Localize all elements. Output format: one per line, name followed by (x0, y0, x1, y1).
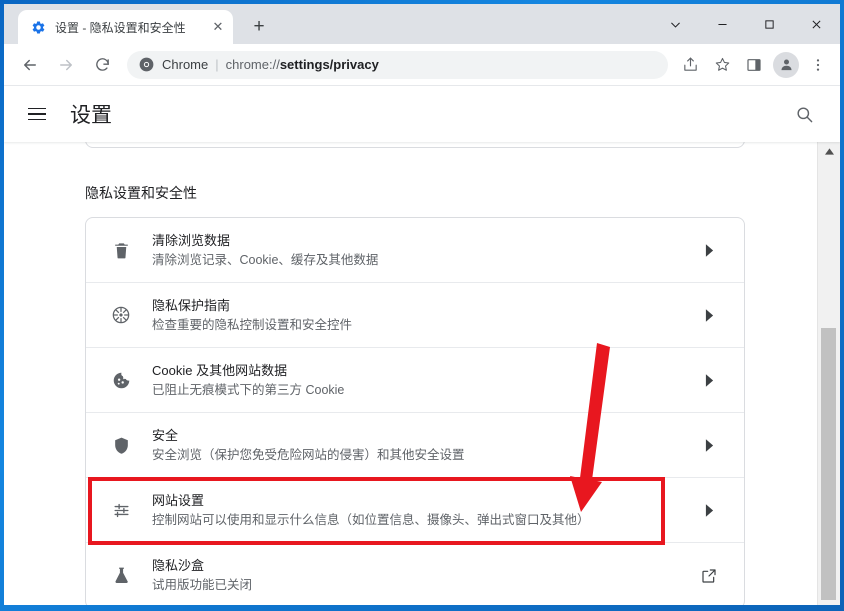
cookie-icon (106, 371, 136, 390)
settings-row-text: 安全 安全浏览（保护您免受危险网站的侵害）和其他安全设置 (152, 426, 696, 465)
page-title: 设置 (70, 104, 112, 127)
back-button[interactable] (15, 50, 45, 80)
trash-icon (106, 241, 136, 260)
browser-tab[interactable]: 设置 - 隐私设置和安全性 ✕ (18, 10, 233, 44)
profile-avatar[interactable] (773, 51, 799, 78)
row-title: Cookie 及其他网站数据 (152, 362, 288, 378)
row-title: 网站设置 (152, 492, 205, 508)
settings-row-site-settings[interactable]: 网站设置 控制网站可以使用和显示什么信息（如位置信息、摄像头、弹出式窗口及其他） (86, 478, 744, 543)
forward-button[interactable] (51, 50, 81, 80)
url-path: settings/privacy (279, 57, 379, 72)
tune-sliders-icon (106, 501, 136, 520)
row-title: 隐私沙盒 (152, 558, 205, 573)
settings-row-security[interactable]: 安全 安全浏览（保护您免受危险网站的侵害）和其他安全设置 (86, 413, 744, 478)
chrome-logo-icon (138, 57, 154, 73)
row-title: 清除浏览数据 (152, 232, 231, 248)
settings-row-text: 隐私沙盒 试用版功能已关闭 (152, 556, 696, 595)
close-button[interactable] (793, 4, 840, 44)
scroll-up-arrow-icon[interactable] (818, 142, 841, 160)
minimize-button[interactable] (699, 4, 746, 44)
flask-icon (106, 566, 136, 585)
side-panel-icon[interactable] (740, 51, 768, 79)
reload-button[interactable] (87, 50, 117, 80)
previous-card-partial (85, 142, 745, 148)
settings-row-privacy-sandbox[interactable]: 隐私沙盒 试用版功能已关闭 (86, 543, 744, 605)
maximize-button[interactable] (746, 4, 793, 44)
hamburger-menu-icon[interactable] (28, 103, 50, 125)
row-subtitle: 控制网站可以使用和显示什么信息（如位置信息、摄像头、弹出式窗口及其他） (152, 512, 590, 527)
row-subtitle: 检查重要的隐私控制设置和安全控件 (152, 317, 353, 332)
browser-menu-icon[interactable] (804, 51, 832, 79)
omnibox-url: chrome://settings/privacy (226, 57, 379, 72)
scrollbar-thumb[interactable] (821, 328, 836, 600)
share-icon[interactable] (676, 51, 704, 79)
tab-title: 设置 - 隐私设置和安全性 (55, 20, 186, 35)
privacy-guide-icon (106, 305, 136, 325)
address-bar[interactable]: Chrome | chrome://settings/privacy (127, 50, 668, 79)
tab-strip: 设置 - 隐私设置和安全性 ✕ + (4, 4, 840, 44)
privacy-settings-card: 清除浏览数据 清除浏览记录、Cookie、缓存及其他数据 隐私保护指南 检查重要… (85, 217, 745, 605)
browser-window: 设置 - 隐私设置和安全性 ✕ + Chrome | chrome://sett… (4, 4, 840, 605)
settings-row-text: Cookie 及其他网站数据 已阻止无痕模式下的第三方 Cookie (152, 361, 696, 400)
chevron-right-icon[interactable] (696, 308, 722, 322)
search-icon[interactable] (788, 98, 820, 130)
settings-row-text: 网站设置 控制网站可以使用和显示什么信息（如位置信息、摄像头、弹出式窗口及其他） (152, 491, 696, 530)
close-icon[interactable]: ✕ (209, 18, 227, 36)
url-prefix: chrome:// (225, 57, 280, 72)
row-subtitle: 试用版功能已关闭 (152, 578, 253, 592)
content-wrapper: 隐私设置和安全性 清除浏览数据 清除浏览记录、Cookie、缓存及其他数据 隐私… (4, 142, 840, 605)
open-in-new-icon[interactable] (696, 568, 722, 584)
settings-row-text: 清除浏览数据 清除浏览记录、Cookie、缓存及其他数据 (152, 231, 696, 270)
bookmark-star-icon[interactable] (708, 51, 736, 79)
chevron-right-icon[interactable] (696, 503, 722, 517)
row-title: 安全 (152, 427, 179, 443)
row-subtitle: 已阻止无痕模式下的第三方 Cookie (152, 382, 345, 397)
settings-row-clear-browsing-data[interactable]: 清除浏览数据 清除浏览记录、Cookie、缓存及其他数据 (86, 218, 744, 283)
window-controls (652, 4, 840, 44)
chevron-right-icon[interactable] (696, 243, 722, 257)
settings-header: 设置 (4, 86, 840, 142)
settings-content: 隐私设置和安全性 清除浏览数据 清除浏览记录、Cookie、缓存及其他数据 隐私… (4, 142, 817, 605)
section-title: 隐私设置和安全性 (85, 185, 197, 201)
omnibox-separator: | (215, 57, 219, 72)
omnibox-scheme-label: Chrome (162, 57, 209, 72)
shield-icon (106, 436, 136, 455)
chevron-right-icon[interactable] (696, 373, 722, 387)
settings-row-privacy-guide[interactable]: 隐私保护指南 检查重要的隐私控制设置和安全控件 (86, 283, 744, 348)
scrollbar-track[interactable] (818, 160, 840, 600)
browser-toolbar: Chrome | chrome://settings/privacy (4, 44, 840, 86)
settings-row-cookies[interactable]: Cookie 及其他网站数据 已阻止无痕模式下的第三方 Cookie (86, 348, 744, 413)
row-subtitle: 安全浏览（保护您免受危险网站的侵害）和其他安全设置 (152, 447, 465, 462)
chevron-right-icon[interactable] (696, 438, 722, 452)
row-subtitle: 清除浏览记录、Cookie、缓存及其他数据 (152, 252, 379, 267)
gear-icon (30, 19, 46, 35)
row-title: 隐私保护指南 (152, 297, 231, 313)
settings-row-text: 隐私保护指南 检查重要的隐私控制设置和安全控件 (152, 296, 696, 335)
tab-search-button[interactable] (652, 4, 699, 44)
vertical-scrollbar[interactable] (817, 142, 840, 605)
new-tab-button[interactable]: + (245, 13, 273, 41)
